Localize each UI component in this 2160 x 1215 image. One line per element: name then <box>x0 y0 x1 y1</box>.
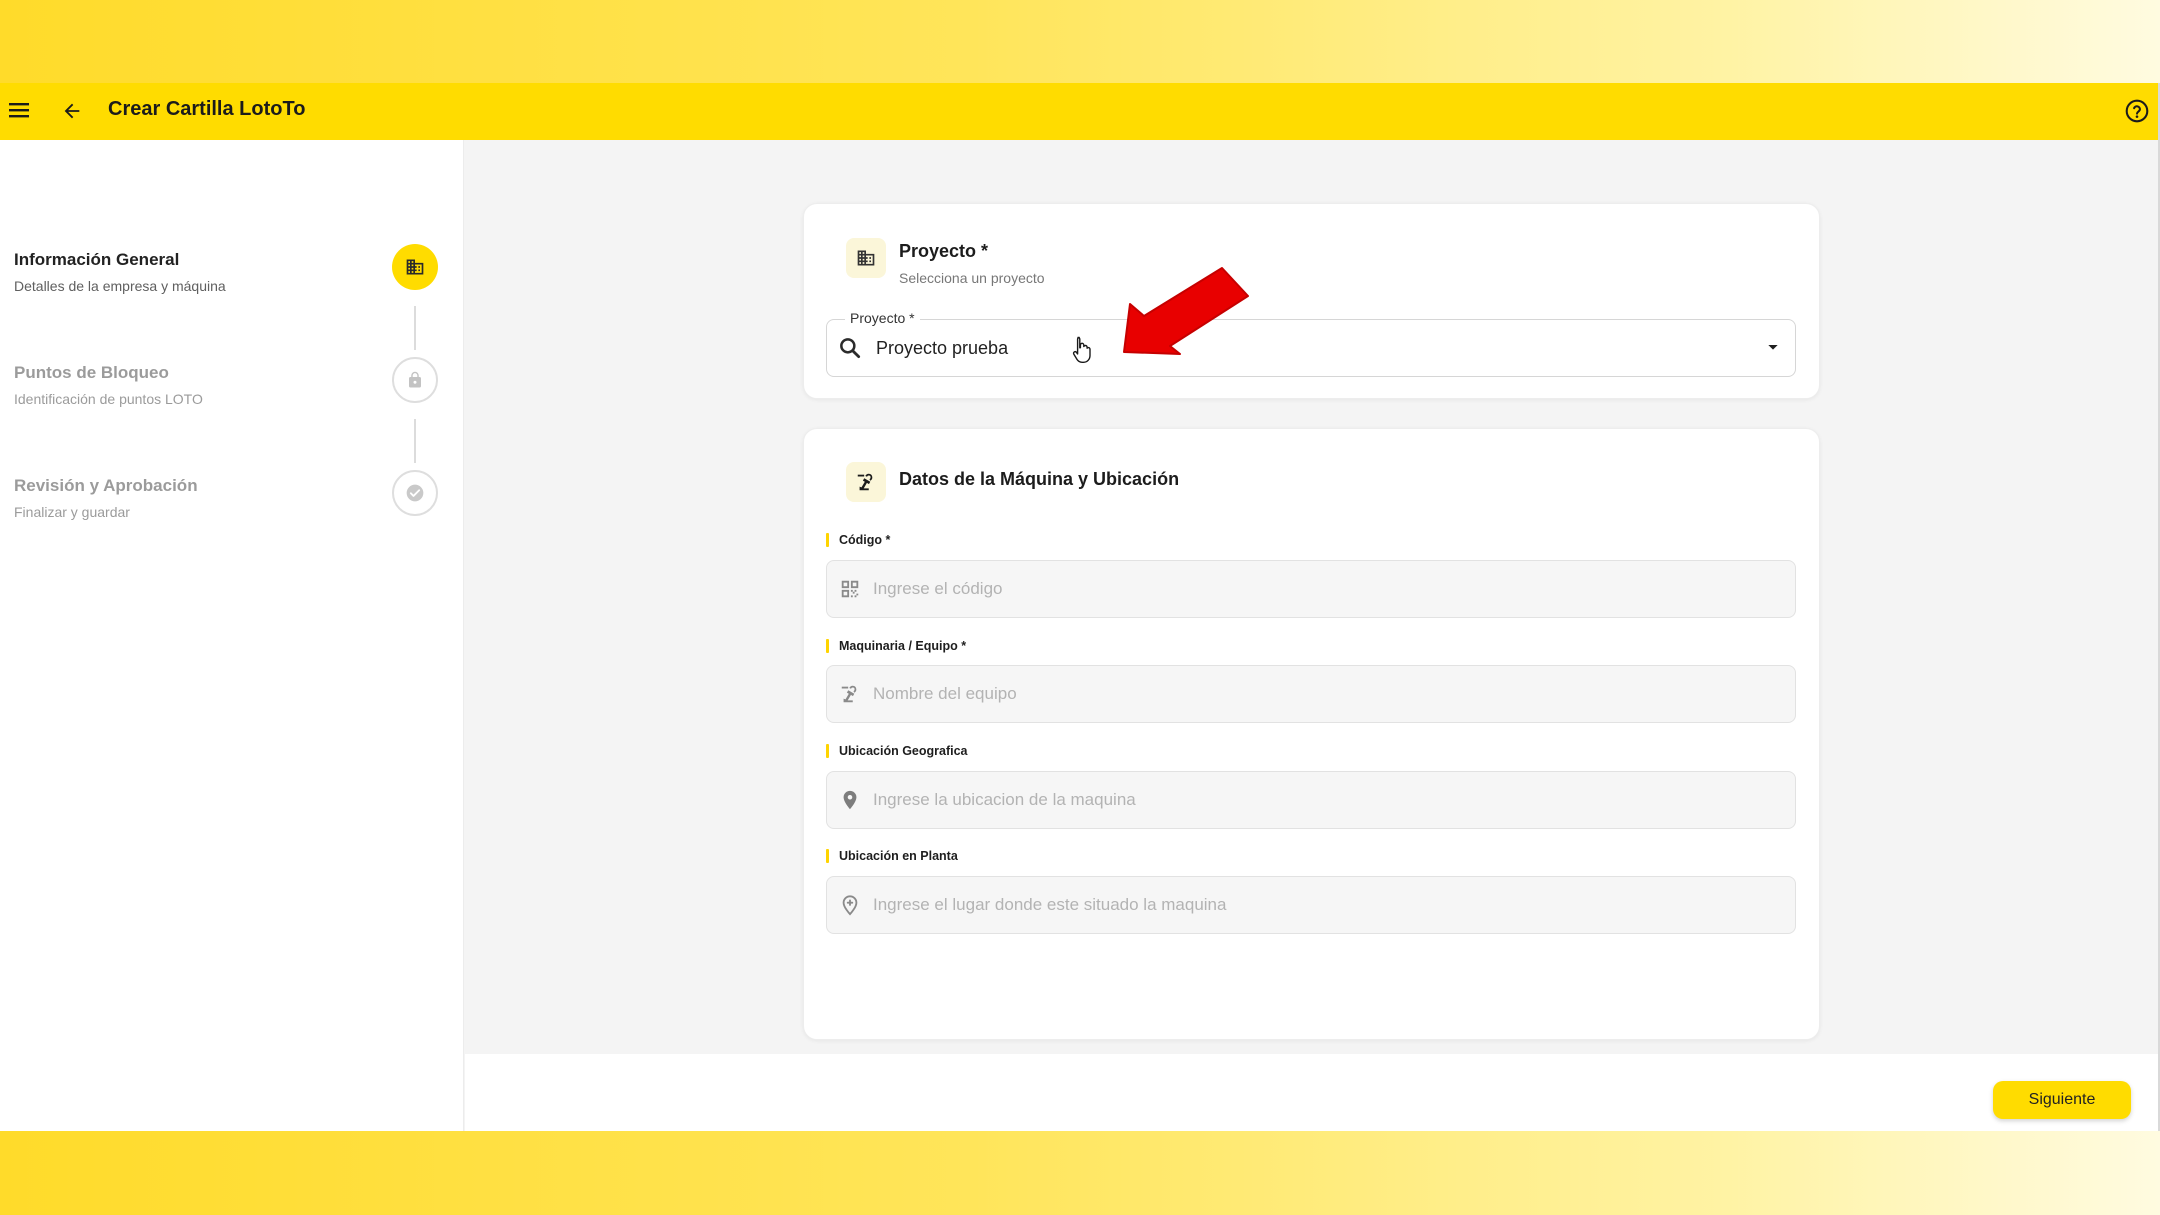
footer-bar <box>465 1054 2160 1131</box>
page-title: Crear Cartilla LotoTo <box>108 98 306 120</box>
step-title: Revisión y Aprobación <box>14 476 198 495</box>
search-icon <box>840 338 861 359</box>
project-select[interactable]: Proyecto * Proyecto prueba <box>826 310 1796 377</box>
step-informacion-general[interactable]: Información General Detalles de la empre… <box>14 244 444 310</box>
codigo-label: Código * <box>826 533 890 547</box>
top-app-bar: Crear Cartilla LotoTo <box>0 83 2160 140</box>
hand-cursor-icon <box>1072 336 1091 363</box>
help-circle-icon <box>2125 99 2149 123</box>
machine-card-icon <box>846 462 886 502</box>
step-connector <box>414 419 416 463</box>
building-icon <box>406 259 424 275</box>
machine-card-title: Datos de la Máquina y Ubicación <box>899 469 1180 489</box>
precision-machine-icon <box>841 685 857 703</box>
ubicacion-geografica-label: Ubicación Geografica <box>826 744 968 758</box>
ubicacion-planta-input[interactable] <box>873 877 1773 933</box>
project-select-value: Proyecto prueba <box>876 338 1009 358</box>
back-button[interactable] <box>58 97 86 125</box>
step-title: Puntos de Bloqueo <box>14 363 169 382</box>
step-subtitle: Identificación de puntos LOTO <box>14 391 203 407</box>
step-subtitle: Detalles de la empresa y máquina <box>14 278 226 294</box>
step-puntos-de-bloqueo[interactable]: Puntos de Bloqueo Identificación de punt… <box>14 357 444 423</box>
step-indicator <box>392 470 438 516</box>
project-card-subtitle: Selecciona un proyecto <box>899 270 1045 286</box>
annotation-arrow-icon <box>1123 267 1249 355</box>
step-subtitle: Finalizar y guardar <box>14 504 130 520</box>
location-outline-icon <box>842 895 858 916</box>
ubicacion-planta-label: Ubicación en Planta <box>826 849 958 863</box>
building-icon <box>857 250 875 266</box>
project-card-icon <box>846 238 886 278</box>
codigo-input[interactable] <box>873 561 1773 617</box>
precision-machine-icon <box>857 473 873 491</box>
next-button[interactable]: Siguiente <box>1993 1081 2131 1119</box>
ubicacion-planta-field[interactable] <box>826 876 1796 934</box>
menu-button[interactable] <box>6 97 32 123</box>
ubicacion-geografica-input[interactable] <box>873 772 1773 828</box>
maquinaria-field[interactable] <box>826 665 1796 723</box>
help-button[interactable] <box>2122 96 2152 126</box>
menu-icon <box>9 103 29 118</box>
machine-card: Datos de la Máquina y Ubicación Código *… <box>803 428 1820 1040</box>
arrow-left-icon <box>64 103 80 119</box>
lock-icon <box>409 371 421 388</box>
project-card: Proyecto * Selecciona un proyecto Proyec… <box>803 203 1820 399</box>
step-connector <box>414 306 416 350</box>
maquinaria-input[interactable] <box>873 666 1773 722</box>
map-pin-icon <box>843 790 857 810</box>
check-circle-icon <box>406 484 424 502</box>
project-card-title: Proyecto * <box>899 241 989 261</box>
stepper-sidebar: Información General Detalles de la empre… <box>0 140 464 1131</box>
chevron-down-icon <box>1768 345 1778 350</box>
step-indicator <box>392 357 438 403</box>
step-title: Información General <box>14 250 180 269</box>
project-select-label: Proyecto * <box>845 310 920 326</box>
app-window: Crear Cartilla LotoTo Información Genera… <box>0 83 2160 1131</box>
maquinaria-label: Maquinaria / Equipo * <box>826 639 966 653</box>
ubicacion-geografica-field[interactable] <box>826 771 1796 829</box>
step-revision-y-aprobacion[interactable]: Revisión y Aprobación Finalizar y guarda… <box>14 470 444 536</box>
qr-code-icon <box>841 580 859 598</box>
codigo-field[interactable] <box>826 560 1796 618</box>
step-indicator <box>392 244 438 290</box>
